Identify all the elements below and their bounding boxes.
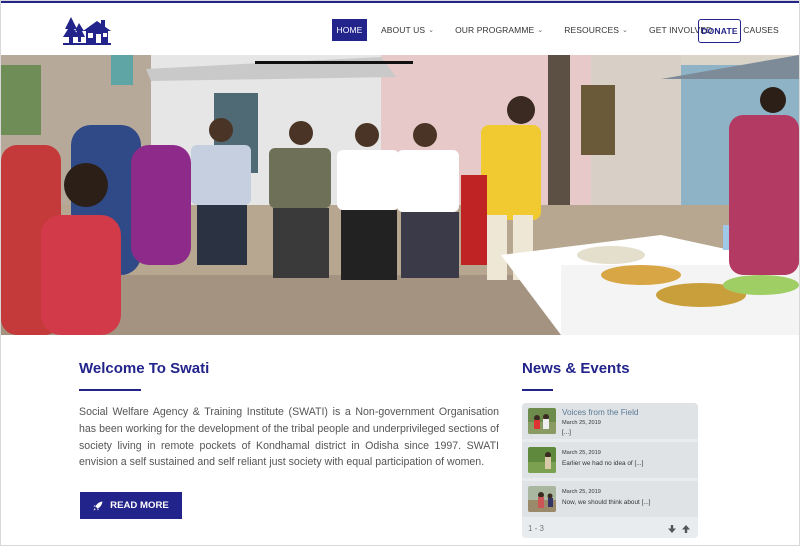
news-item-excerpt: [...] (562, 429, 571, 436)
site-header: HOME ABOUT US ⌄ OUR PROGRAMME ⌄ RESOURCES ⌄… (0, 3, 800, 55)
news-pager: 1 - 3 (522, 520, 698, 538)
news-item-date: March 25, 2019 (562, 420, 601, 426)
chevron-down-icon: ⌄ (428, 27, 435, 34)
nav-our-programme-label: OUR PROGRAMME (455, 25, 535, 35)
chevron-down-icon: ⌄ (622, 27, 628, 34)
news-item[interactable]: Voices from the Field March 25, 2019 [..… (522, 403, 698, 439)
read-more-button[interactable]: READ MORE (80, 492, 182, 519)
news-thumbnail (528, 408, 556, 434)
rocket-icon (93, 501, 103, 510)
news-item-excerpt: Now, we should think about [...] (562, 499, 651, 506)
chevron-down-icon: ⌄ (537, 27, 544, 34)
nav-home[interactable]: HOME (332, 19, 367, 41)
nav-resources[interactable]: RESOURCES ⌄ (564, 19, 628, 41)
news-title-rule (522, 389, 553, 391)
welcome-title-rule (79, 389, 141, 391)
news-item[interactable]: March 25, 2019 Now, we should think abou… (522, 481, 698, 517)
news-thumbnail (528, 486, 556, 512)
read-more-label: READ MORE (110, 500, 169, 511)
arrow-up-icon[interactable] (681, 524, 691, 534)
news-item-date: March 25, 2019 (562, 450, 601, 456)
nav-about-us-label: ABOUT US (381, 25, 426, 35)
house-trees-logo-icon (63, 17, 111, 45)
nav-our-programme[interactable]: OUR PROGRAMME ⌄ (455, 19, 543, 41)
arrow-down-icon[interactable] (667, 524, 677, 534)
welcome-body: Social Welfare Agency & Training Institu… (79, 406, 499, 469)
nav-causes[interactable]: CAUSES (743, 19, 779, 41)
welcome-title: Welcome To Swati (79, 360, 210, 377)
news-item-title[interactable]: Voices from the Field (562, 408, 638, 417)
news-item[interactable]: March 25, 2019 Earlier we had no idea of… (522, 442, 698, 478)
nav-about-us[interactable]: ABOUT US ⌄ (381, 19, 434, 41)
donate-button[interactable]: DONATE (698, 19, 741, 43)
news-thumbnail (528, 447, 556, 473)
nav-causes-label: CAUSES (743, 25, 779, 35)
news-title: News & Events (522, 360, 630, 377)
news-ticker: Voices from the Field March 25, 2019 [..… (522, 403, 698, 538)
nav-home-label: HOME (336, 25, 363, 35)
site-logo[interactable] (63, 15, 111, 47)
news-range: 1 - 3 (528, 524, 545, 533)
news-item-date: March 25, 2019 (562, 489, 601, 495)
nav-resources-label: RESOURCES (564, 25, 620, 35)
hero-banner-image (1, 55, 799, 335)
news-item-excerpt: Earlier we had no idea of [...] (562, 460, 644, 467)
